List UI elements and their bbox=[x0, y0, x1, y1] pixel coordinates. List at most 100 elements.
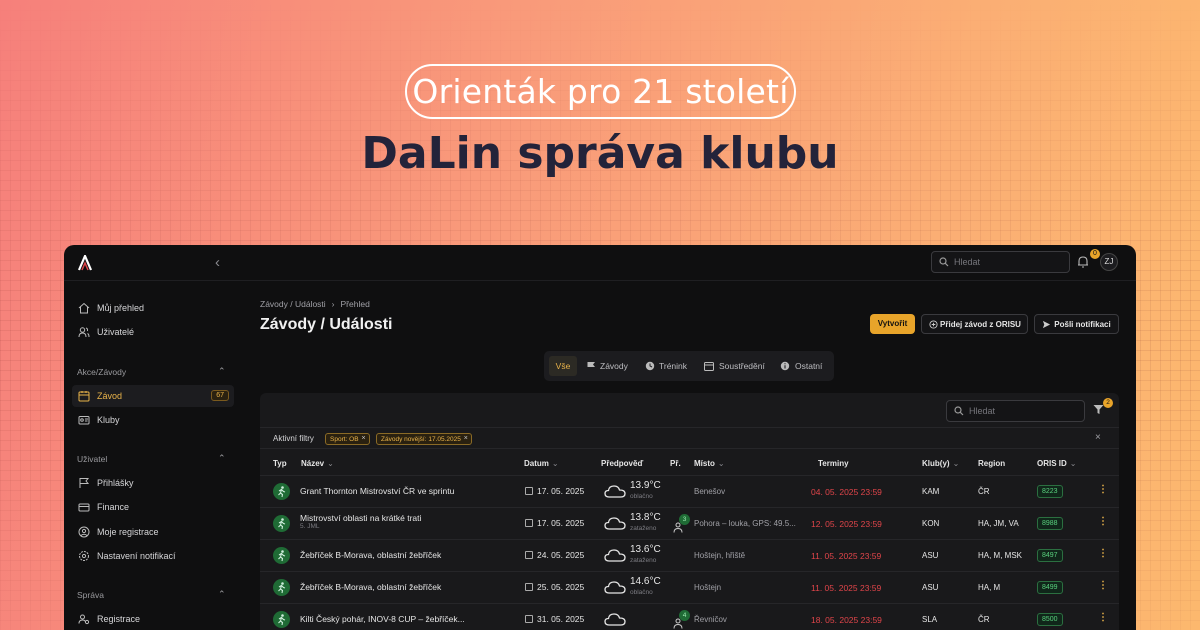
hero-tagline: Orienták pro 21 století bbox=[405, 64, 796, 119]
wallet-icon bbox=[78, 503, 90, 512]
tab-soustredeni[interactable]: Soustředění bbox=[704, 356, 768, 376]
filter-chip[interactable]: Závody novější: 17.05.2025 × bbox=[376, 433, 472, 445]
temperature-value: 13.8°C bbox=[630, 512, 661, 523]
hero-title: DaLin správa klubu bbox=[361, 128, 839, 179]
global-search-input[interactable]: Hledat bbox=[931, 251, 1070, 273]
region-value: ČR bbox=[978, 487, 990, 496]
column-header-misto[interactable]: Místo ⌄ bbox=[694, 459, 725, 468]
info-icon bbox=[780, 361, 790, 371]
sidebar-item-label: Finance bbox=[97, 502, 130, 512]
region-value: ČR bbox=[978, 615, 990, 624]
cloud-icon bbox=[604, 517, 626, 530]
send-icon bbox=[1042, 320, 1051, 329]
table-row[interactable]: Žebříček B-Morava, oblastní žebříček 25. … bbox=[260, 571, 1119, 603]
sidebar-item-kluby[interactable]: Kluby bbox=[72, 409, 234, 431]
sidebar-item-prihlasky[interactable]: Přihlášky bbox=[72, 472, 234, 494]
event-name: Mistrovství oblasti na krátké trati bbox=[300, 513, 422, 523]
add-orisu-label: Přidej závod z ORISU bbox=[940, 320, 1021, 329]
deadline-value: 18. 05. 2025 23:59 bbox=[811, 615, 882, 625]
user-avatar[interactable]: ZJ bbox=[1100, 253, 1118, 271]
row-menu-icon[interactable]: ⋮ bbox=[1098, 612, 1108, 623]
search-icon bbox=[954, 406, 964, 416]
close-icon[interactable]: × bbox=[464, 435, 468, 442]
tab-zavody[interactable]: Závody bbox=[586, 356, 632, 376]
flag-icon bbox=[587, 362, 595, 371]
sidebar-section-akce[interactable]: Akce/Závody ⌃ bbox=[77, 366, 226, 377]
weather-icon-cell bbox=[604, 484, 626, 500]
registrations-count-badge: 4 bbox=[679, 610, 690, 621]
region-value: HA, JM, VA bbox=[978, 519, 1019, 528]
date-cell: 17. 05. 2025 bbox=[525, 518, 584, 528]
sidebar-section-sprava[interactable]: Správa ⌃ bbox=[77, 589, 226, 600]
section-label: Správa bbox=[77, 590, 104, 600]
row-menu-icon[interactable]: ⋮ bbox=[1098, 548, 1108, 559]
event-name-cell[interactable]: Žebříček B-Morava, oblastní žebříček bbox=[300, 550, 441, 560]
column-header-kluby[interactable]: Klub(y) ⌄ bbox=[922, 459, 959, 468]
app-window: ‹ Hledat 0 ZJ Můj přehled Uživatelé Akce… bbox=[64, 245, 1136, 630]
create-button[interactable]: Vytvořit bbox=[870, 314, 915, 334]
column-header-predpoved: Předpověď bbox=[601, 459, 644, 468]
event-name-cell[interactable]: Mistrovství oblasti na krátké trati 5. JM… bbox=[300, 513, 421, 530]
sidebar-item-prehled[interactable]: Můj přehled bbox=[72, 297, 234, 319]
events-table-card: Hledat 2 Aktivní filtry Sport: OB × Závod… bbox=[260, 393, 1119, 630]
temperature-value: 13.9°C bbox=[630, 480, 661, 491]
table-row[interactable]: Mistrovství oblasti na krátké trati 5. JM… bbox=[260, 507, 1119, 539]
clock-icon bbox=[645, 361, 655, 371]
add-orisu-button[interactable]: Přidej závod z ORISU bbox=[921, 314, 1028, 334]
tab-vse[interactable]: Vše bbox=[549, 356, 577, 376]
table-row[interactable]: Kilti Český pohár, INOV-8 CUP – žebříček… bbox=[260, 603, 1119, 630]
send-notification-button[interactable]: Pošli notifikaci bbox=[1034, 314, 1119, 334]
row-menu-icon[interactable]: ⋮ bbox=[1098, 484, 1108, 495]
oris-id-badge[interactable]: 8988 bbox=[1037, 517, 1063, 530]
oris-id-badge[interactable]: 8223 bbox=[1037, 485, 1063, 498]
tab-ostatni[interactable]: Ostatní bbox=[780, 356, 830, 376]
temperature-value: 13.6°C bbox=[630, 544, 661, 555]
calendar-icon bbox=[78, 391, 90, 402]
bell-icon[interactable] bbox=[1077, 255, 1089, 268]
weather-icon-cell bbox=[604, 548, 626, 564]
notification-count-badge: 0 bbox=[1090, 249, 1100, 259]
sidebar-item-nastaveni-notifikaci[interactable]: Nastavení notifikací bbox=[72, 545, 234, 567]
tab-trenink[interactable]: Trénink bbox=[645, 356, 695, 376]
sidebar-section-uzivatel[interactable]: Uživatel ⌃ bbox=[77, 453, 226, 464]
breadcrumb-current: Přehled bbox=[340, 299, 370, 309]
sidebar-item-uzivatele[interactable]: Uživatelé bbox=[72, 321, 234, 343]
tab-label: Soustředění bbox=[719, 361, 765, 371]
sidebar-item-zavod[interactable]: Závod 67 bbox=[72, 385, 234, 407]
clear-filters-icon[interactable]: × bbox=[1095, 432, 1101, 443]
table-search-input[interactable]: Hledat bbox=[946, 400, 1085, 422]
header-label: Název bbox=[301, 459, 325, 468]
breadcrumb-link[interactable]: Závody / Události bbox=[260, 299, 326, 309]
event-name-cell[interactable]: Grant Thornton Mistrovství ČR ve sprintu bbox=[300, 486, 454, 496]
column-header-oris-id[interactable]: ORIS ID ⌄ bbox=[1037, 459, 1076, 468]
chevron-up-icon: ⌃ bbox=[218, 366, 226, 376]
sidebar-item-registrace[interactable]: Registrace bbox=[72, 608, 234, 630]
filter-chip[interactable]: Sport: OB × bbox=[325, 433, 370, 445]
column-header-nazev[interactable]: Název ⌄ bbox=[301, 459, 334, 468]
oris-id-badge[interactable]: 8497 bbox=[1037, 549, 1063, 562]
oris-id-badge[interactable]: 8500 bbox=[1037, 613, 1063, 626]
table-row[interactable]: Žebříček B-Morava, oblastní žebříček 24. … bbox=[260, 539, 1119, 571]
row-menu-icon[interactable]: ⋮ bbox=[1098, 580, 1108, 591]
collapse-sidebar-icon[interactable]: ‹ bbox=[215, 254, 220, 271]
place-value: Benešov bbox=[694, 487, 726, 496]
calendar-icon bbox=[525, 519, 533, 527]
sidebar-item-finance[interactable]: Finance bbox=[72, 496, 234, 518]
sidebar: Můj přehled Uživatelé Akce/Závody ⌃ Závo… bbox=[64, 281, 244, 630]
app-logo-icon[interactable] bbox=[77, 255, 93, 271]
flag-icon bbox=[79, 478, 90, 488]
event-name-cell[interactable]: Žebříček B-Morava, oblastní žebříček bbox=[300, 582, 441, 592]
filter-icon[interactable] bbox=[1093, 404, 1104, 415]
chevron-down-icon: ⌄ bbox=[717, 459, 725, 468]
sidebar-item-label: Registrace bbox=[97, 614, 141, 624]
top-bar: ‹ Hledat 0 ZJ bbox=[64, 245, 1136, 281]
sidebar-item-moje-registrace[interactable]: Moje registrace bbox=[72, 521, 234, 543]
row-menu-icon[interactable]: ⋮ bbox=[1098, 516, 1108, 527]
table-row[interactable]: Grant Thornton Mistrovství ČR ve sprintu… bbox=[260, 475, 1119, 507]
column-header-datum[interactable]: Datum ⌄ bbox=[524, 459, 559, 468]
oris-id-badge[interactable]: 8499 bbox=[1037, 581, 1063, 594]
date-value: 24. 05. 2025 bbox=[537, 550, 585, 560]
users-icon bbox=[78, 327, 90, 338]
event-name-cell[interactable]: Kilti Český pohár, INOV-8 CUP – žebříček… bbox=[300, 614, 465, 624]
close-icon[interactable]: × bbox=[361, 435, 365, 442]
